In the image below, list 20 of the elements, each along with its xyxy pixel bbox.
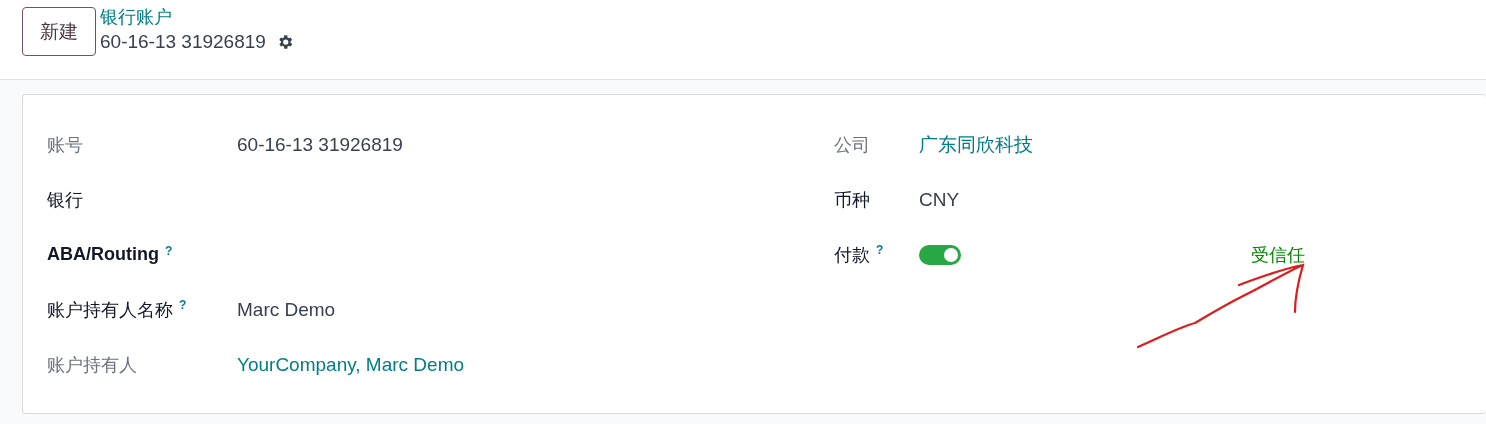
field-value: CNY: [919, 188, 960, 211]
status-text: 受信任: [1251, 243, 1305, 267]
field-label: ABA/Routing: [47, 244, 159, 265]
field-value: Marc Demo: [237, 298, 336, 321]
help-tooltip[interactable]: ?: [876, 242, 884, 257]
field-value: 60-16-13 31926819: [237, 133, 403, 156]
new-button[interactable]: 新建: [22, 7, 96, 56]
field-label: 付款: [834, 243, 870, 267]
field-label: 账户持有人名称: [47, 298, 173, 322]
value-link[interactable]: 广东同欣科技: [919, 131, 1033, 158]
field-label: 币种: [834, 188, 870, 212]
help-tooltip[interactable]: ?: [165, 244, 173, 258]
record-title: 60-16-13 31926819: [100, 30, 266, 54]
field-label: 账号: [47, 133, 83, 157]
field-label: 账户持有人: [47, 353, 137, 377]
help-tooltip[interactable]: ?: [179, 297, 187, 312]
value-link[interactable]: YourCompany, Marc Demo: [237, 353, 465, 376]
field-label: 公司: [834, 133, 870, 157]
breadcrumb-link[interactable]: 银行账户: [100, 7, 294, 27]
field-label: 银行: [47, 188, 83, 212]
